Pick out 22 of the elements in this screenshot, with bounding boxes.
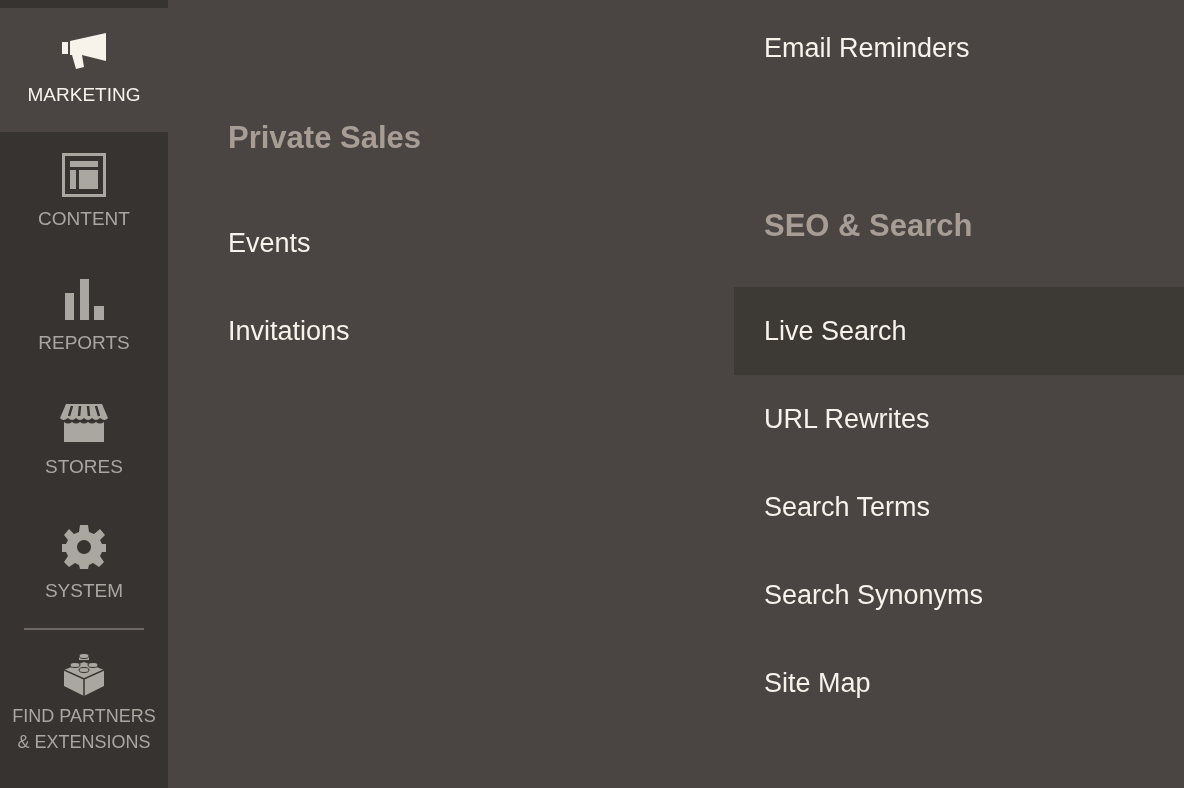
menu-link[interactable]: Invitations [198, 287, 734, 375]
sidebar-item[interactable]: FIND PARTNERS & EXTENSIONS [0, 630, 168, 755]
sidebar-item[interactable]: MARKETING [0, 8, 168, 132]
menu-link[interactable]: Live Search [734, 287, 1184, 375]
bar-chart-icon [64, 278, 104, 320]
menu-group-heading: SEO & Search [763, 208, 974, 244]
menu-link[interactable]: Search Terms [734, 463, 1184, 551]
menu-link[interactable]: Site Map [734, 639, 1184, 727]
menu-group-heading: Private Sales [227, 120, 423, 156]
megaphone-icon [62, 33, 106, 69]
sidebar-item[interactable]: CONTENT [0, 132, 168, 256]
sidebar-item[interactable]: STORES [0, 380, 168, 504]
gear-icon [62, 525, 106, 569]
layout-icon [62, 153, 106, 197]
menu-link[interactable]: URL Rewrites [734, 375, 1184, 463]
menu-link[interactable]: Search Synonyms [734, 551, 1184, 639]
sidebar-item[interactable]: SYSTEM [0, 504, 168, 628]
brick-icon [64, 652, 104, 696]
menu-link[interactable]: Events [198, 199, 734, 287]
storefront-icon [60, 404, 108, 442]
menu-link[interactable]: Email Reminders [734, 4, 1184, 92]
sidebar-item[interactable]: REPORTS [0, 256, 168, 380]
